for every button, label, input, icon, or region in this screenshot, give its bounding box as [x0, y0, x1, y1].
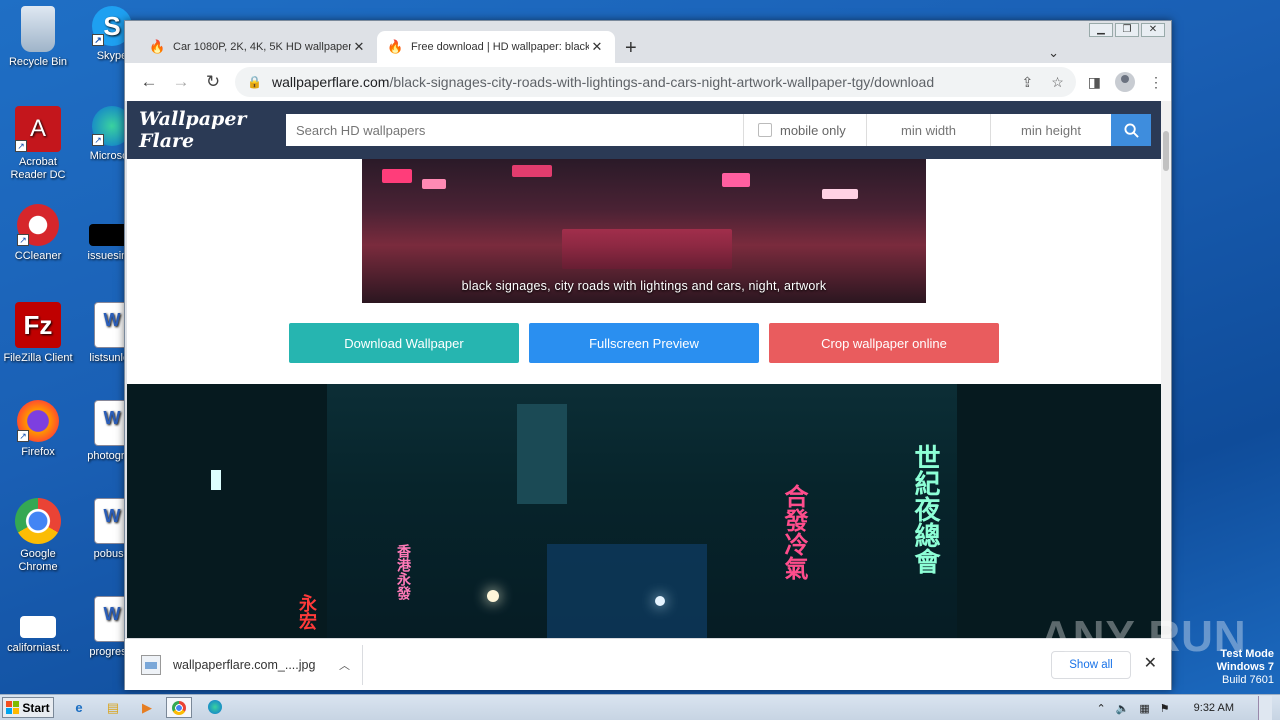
crop-wallpaper-button[interactable]: Crop wallpaper online [769, 323, 999, 363]
edge-taskbar-icon[interactable] [202, 697, 228, 718]
mobile-only-label: mobile only [780, 122, 846, 138]
share-icon[interactable]: ⇪ [1021, 74, 1033, 91]
tab-car-wallpapers[interactable]: 🔥 Car 1080P, 2K, 4K, 5K HD wallpapers ✕ [139, 31, 377, 63]
chrome-icon [15, 498, 61, 544]
desktop-icon-firefox[interactable]: ↗ Firefox [0, 400, 76, 459]
browser-toolbar: ← → ↻ 🔒 wallpaperflare.com/black-signage… [125, 63, 1171, 101]
back-arrow-icon[interactable]: ← [133, 66, 165, 98]
tab-strip: 🔥 Car 1080P, 2K, 4K, 5K HD wallpapers ✕ … [125, 29, 1171, 63]
desktop-icon-acrobat[interactable]: A ↗ Acrobat Reader DC [0, 106, 76, 182]
min-height-input[interactable] [991, 114, 1111, 146]
fullscreen-preview-button[interactable]: Fullscreen Preview [529, 323, 759, 363]
windows-logo-icon [6, 701, 20, 714]
image-file-icon [141, 654, 161, 675]
site-logo[interactable]: Wallpaper Flare [139, 108, 286, 152]
tab-title: Free download | HD wallpaper: black [411, 41, 589, 53]
network-icon[interactable]: ▦ [1139, 702, 1149, 715]
forward-arrow-icon[interactable]: → [165, 66, 197, 98]
download-item[interactable]: wallpaperflare.com_....jpg ︿ [141, 644, 363, 685]
page-scrollbar[interactable] [1161, 101, 1171, 638]
reload-icon[interactable]: ↻ [197, 66, 229, 98]
download-filename: wallpaperflare.com_....jpg [173, 657, 316, 672]
desktop-icon-californiast[interactable]: californiast... [0, 596, 76, 655]
recycle-bin-icon [21, 6, 55, 52]
firefox-icon: ↗ [17, 400, 59, 442]
download-wallpaper-button[interactable]: Download Wallpaper [289, 323, 519, 363]
windows-watermark: Test Mode Windows 7 Build 7601 [1216, 648, 1274, 686]
wallpaper-caption: black signages, city roads with lighting… [461, 279, 827, 293]
flame-favicon-icon: 🔥 [149, 39, 166, 54]
scrollbar-thumb[interactable] [1163, 131, 1169, 171]
explorer-folder-icon[interactable]: ▤ [100, 697, 126, 718]
flame-favicon-icon: 🔥 [387, 39, 404, 54]
chrome-taskbar-icon[interactable] [166, 697, 192, 718]
search-icon [1123, 122, 1139, 138]
system-tray: ⌃ 🔈 ▦ ⚑ 9:32 AM [1088, 695, 1280, 720]
volume-icon[interactable]: 🔈 [1116, 702, 1130, 715]
browser-window: ▁ ❐ ✕ 🔥 Car 1080P, 2K, 4K, 5K HD wallpap… [124, 20, 1172, 690]
file-icon [20, 616, 56, 638]
close-tab-icon[interactable]: ✕ [589, 39, 605, 55]
search-button[interactable] [1111, 114, 1151, 146]
show-desktop-button[interactable] [1258, 696, 1272, 720]
tab-search-chevron-icon[interactable]: ⌄ [1048, 45, 1059, 61]
mobile-only-toggle[interactable]: mobile only [744, 114, 867, 146]
tab-free-download[interactable]: 🔥 Free download | HD wallpaper: black ✕ [377, 31, 615, 63]
mobile-only-checkbox[interactable] [758, 123, 772, 137]
search-input[interactable] [286, 114, 744, 146]
profile-avatar-icon[interactable] [1115, 72, 1135, 92]
ccleaner-icon: ↗ [17, 204, 59, 246]
close-tab-icon[interactable]: ✕ [351, 39, 367, 55]
ie-icon[interactable]: e [66, 697, 92, 718]
action-center-flag-icon[interactable]: ⚑ [1160, 702, 1170, 715]
acrobat-icon: A ↗ [15, 106, 61, 152]
desktop-icon-recycle-bin[interactable]: Recycle Bin [0, 6, 76, 69]
download-bar: wallpaperflare.com_....jpg ︿ Show all ✕ [125, 638, 1171, 690]
filezilla-icon: Fz [15, 302, 61, 348]
url-host: wallpaperflare.com [271, 74, 390, 90]
chevron-up-icon[interactable]: ︿ [339, 657, 350, 673]
search-bar: mobile only [286, 114, 1151, 146]
page-viewport: Wallpaper Flare mobile only blac [127, 101, 1163, 638]
wallpaper-thumbnail[interactable]: black signages, city roads with lighting… [362, 159, 926, 303]
new-tab-button[interactable]: + [625, 37, 637, 60]
taskbar: Start e ▤ ▶ ⌃ 🔈 ▦ ⚑ 9:32 AM [0, 694, 1280, 720]
tray-expand-icon[interactable]: ⌃ [1096, 702, 1105, 715]
menu-kebab-icon[interactable]: ⋮ [1149, 74, 1163, 91]
url-path: /black-signages-city-roads-with-lighting… [389, 74, 935, 90]
lock-icon: 🔒 [247, 75, 262, 89]
min-width-input[interactable] [867, 114, 991, 146]
desktop-icon-ccleaner[interactable]: ↗ CCleaner [0, 204, 76, 263]
site-header: Wallpaper Flare mobile only [127, 101, 1163, 159]
clock[interactable]: 9:32 AM [1180, 702, 1248, 714]
start-button[interactable]: Start [2, 697, 54, 718]
side-panel-icon[interactable]: ◨ [1088, 74, 1101, 91]
desktop-icon-filezilla[interactable]: Fz FileZilla Client [0, 302, 76, 365]
desktop-icon-chrome[interactable]: Google Chrome [0, 498, 76, 574]
bookmark-star-icon[interactable]: ☆ [1051, 74, 1064, 91]
address-bar[interactable]: 🔒 wallpaperflare.com/black-signages-city… [235, 67, 1076, 97]
media-player-icon[interactable]: ▶ [134, 697, 160, 718]
wallpaper-preview-large: 世紀夜總會 合發冷氣 香港永發 永宏 [127, 384, 1163, 638]
tab-title: Car 1080P, 2K, 4K, 5K HD wallpapers [173, 41, 351, 53]
